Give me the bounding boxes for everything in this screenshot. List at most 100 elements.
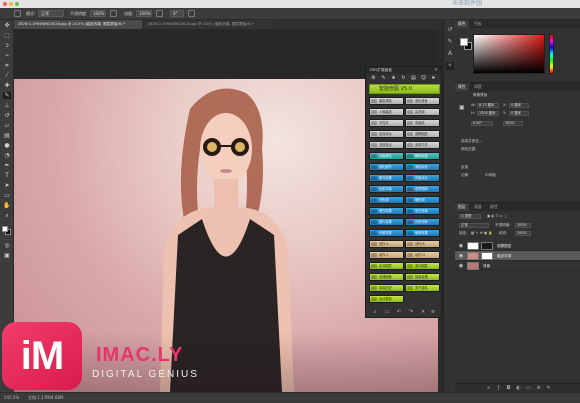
layer-opacity-field[interactable]: 100% [515, 223, 531, 228]
plugin-star-icon[interactable]: ★ [390, 75, 397, 82]
pressure-opacity-icon[interactable] [110, 10, 117, 17]
pressure-size-icon[interactable] [188, 10, 195, 17]
blend-mode-select[interactable]: 正常 [459, 223, 489, 228]
layer-filter-icons[interactable]: ▣ ◐ T ▭ ⬚ [487, 214, 507, 219]
gradient-tool-icon[interactable]: ▤ [3, 132, 11, 139]
plugin-action-button[interactable]: 液化瘦身 [405, 97, 440, 105]
visibility-eye-icon[interactable]: ◉ [458, 263, 464, 269]
eyedropper-tool-icon[interactable]: ⁄ [3, 72, 11, 79]
maximize-window-button[interactable] [15, 2, 19, 6]
plugin-panel-icon[interactable]: ✧ [446, 62, 454, 70]
plugin-action-button[interactable]: 添加杂色 [405, 163, 440, 171]
layer-row[interactable]: ◉ 观察图层 [455, 241, 580, 251]
fill-field[interactable]: 100% [515, 231, 531, 236]
lock-icons[interactable]: ▦ ✎ ✥ ▣ 🔒 [471, 231, 493, 236]
feather-field[interactable]: 100% [503, 121, 523, 126]
layer-style-icon[interactable]: ƒ [495, 385, 502, 392]
link-layers-icon[interactable]: ∞ [485, 385, 492, 392]
eraser-tool-icon[interactable]: ▱ [3, 122, 11, 129]
y-field[interactable]: 0 厘米 [509, 111, 529, 116]
lasso-tool-icon[interactable]: ↄ [3, 42, 11, 49]
plugin-action-button[interactable]: 清除历史 [369, 284, 404, 292]
path-select-tool-icon[interactable]: ➤ [3, 182, 11, 189]
plugin-action-button[interactable]: 动作 B [405, 240, 440, 248]
tab-document-2[interactable]: 2878:0-1f9f4f89f23026.jpg @ 100% (磨皮效果, … [144, 20, 274, 29]
layer-row[interactable]: ◉ 背景 [455, 261, 580, 271]
plugin-action-button[interactable]: 光晕效果 [369, 229, 404, 237]
refine-mask-button[interactable]: 选择并遮住... [461, 139, 482, 144]
tab-adjustments[interactable]: 调整 [471, 83, 485, 91]
mode-select[interactable]: 正常 [38, 10, 64, 17]
plugin-action-button[interactable]: 双曲线 [405, 119, 440, 127]
plugin-action-button[interactable]: 胶片效果 [369, 218, 404, 226]
plugin-action-button[interactable]: 人像磨皮 [369, 108, 404, 116]
adjustment-layer-icon[interactable]: ◐ [515, 385, 522, 392]
plugin-action-button[interactable]: 亮度对比 [405, 174, 440, 182]
brush-tool-icon[interactable]: ✎ [3, 92, 11, 99]
plugin-action-button[interactable]: 冷色调 [369, 196, 404, 204]
plugin-action-button[interactable]: 锐化细节 [369, 163, 404, 171]
plugin-action-button[interactable]: 牙齿美白 [369, 152, 404, 160]
plugin-search-icon[interactable]: ⌕ [372, 309, 378, 315]
plugin-action-button[interactable]: 高低频 [405, 108, 440, 116]
plugin-action-button[interactable]: 加深减淡 [369, 130, 404, 138]
tab-layers[interactable]: 图层 [455, 203, 469, 211]
fg-bg-color-swatch[interactable] [2, 226, 12, 236]
brush-preset-icon[interactable] [14, 10, 21, 17]
plugin-action-button[interactable]: 去除斑点 [369, 141, 404, 149]
plugin-undo-icon[interactable]: ↶ [396, 309, 402, 315]
new-layer-icon[interactable]: ⊕ [535, 385, 542, 392]
color-fg-swatch[interactable] [460, 38, 468, 46]
hand-tool-icon[interactable]: ✋ [3, 202, 11, 209]
layer-name[interactable]: 观察图层 [497, 243, 511, 249]
foreground-color-swatch[interactable] [2, 226, 8, 232]
invert-button[interactable]: 反相 [461, 165, 468, 170]
plugin-action-button[interactable]: 关于插件 [405, 284, 440, 292]
plugin-action-button[interactable]: 自动更新 [369, 295, 404, 303]
quick-mask-icon[interactable]: ◎ [3, 242, 11, 249]
flow-field[interactable]: 100% [136, 10, 152, 17]
density-field[interactable]: 0.00° [471, 121, 493, 126]
plugin-action-button[interactable]: 盖印图层 [405, 262, 440, 270]
w-field[interactable]: 8.13 厘米 [477, 103, 499, 108]
shape-tool-icon[interactable]: ▭ [3, 192, 11, 199]
layer-name[interactable]: 背景 [483, 263, 490, 269]
pen-tool-icon[interactable]: ✒ [3, 162, 11, 169]
opacity-field[interactable]: 100% [90, 10, 106, 17]
color-range-button[interactable]: 颜色范围 [461, 147, 475, 152]
plugin-action-button[interactable]: 动作 C [369, 251, 404, 259]
zoom-tool-icon[interactable]: ⌕ [3, 212, 11, 219]
tab-channels[interactable]: 通道 [471, 203, 485, 211]
move-tool-icon[interactable]: ✥ [3, 22, 11, 29]
plugin-action-button[interactable]: 黑白效果 [369, 207, 404, 215]
plugin-brush-icon[interactable]: ✎ [380, 75, 387, 82]
layer-name[interactable]: 磨皮效果 [497, 253, 511, 259]
angle-field[interactable]: 0° [170, 10, 184, 17]
color-picker-field[interactable] [473, 34, 545, 74]
h-field[interactable]: 1308 厘米 [477, 111, 499, 116]
plugin-action-button[interactable]: 动作 D [405, 251, 440, 259]
plugin-user-icon[interactable]: ☺ [420, 75, 427, 82]
brush-panel-icon[interactable]: ✎ [446, 38, 454, 46]
group-folder-icon[interactable]: ▭ [525, 385, 532, 392]
plugin-action-button[interactable]: 自然饱和 [405, 185, 440, 193]
tab-color[interactable]: 颜色 [455, 20, 469, 28]
plugin-panel-header[interactable]: DR5扩展面板 × [366, 67, 441, 74]
plugin-arrow-icon[interactable]: ➤ [430, 75, 437, 82]
close-window-button[interactable] [3, 2, 7, 6]
plugin-action-button[interactable]: 中性灰 [369, 119, 404, 127]
dodge-tool-icon[interactable]: ◔ [3, 152, 11, 159]
tab-paths[interactable]: 路径 [487, 203, 501, 211]
plugin-redo-icon[interactable]: ↷ [408, 309, 414, 315]
plugin-refresh-icon[interactable]: ↻ [400, 75, 407, 82]
plugin-action-button[interactable]: 皮肤平滑 [405, 141, 440, 149]
plugin-layers-icon[interactable]: ▤ [410, 75, 417, 82]
plugin-action-button[interactable]: 色彩平衡 [369, 185, 404, 193]
plugin-action-button[interactable]: 动作 A [369, 240, 404, 248]
zoom-level[interactable]: 245.5% [4, 395, 19, 401]
plugin-action-button[interactable]: 柔光效果 [369, 174, 404, 182]
plugin-action-button[interactable]: 观察图层 [405, 130, 440, 138]
stamp-tool-icon[interactable]: ⊥ [3, 102, 11, 109]
airbrush-icon[interactable] [156, 10, 163, 17]
plugin-settings-icon[interactable]: ⚙ [370, 75, 377, 82]
